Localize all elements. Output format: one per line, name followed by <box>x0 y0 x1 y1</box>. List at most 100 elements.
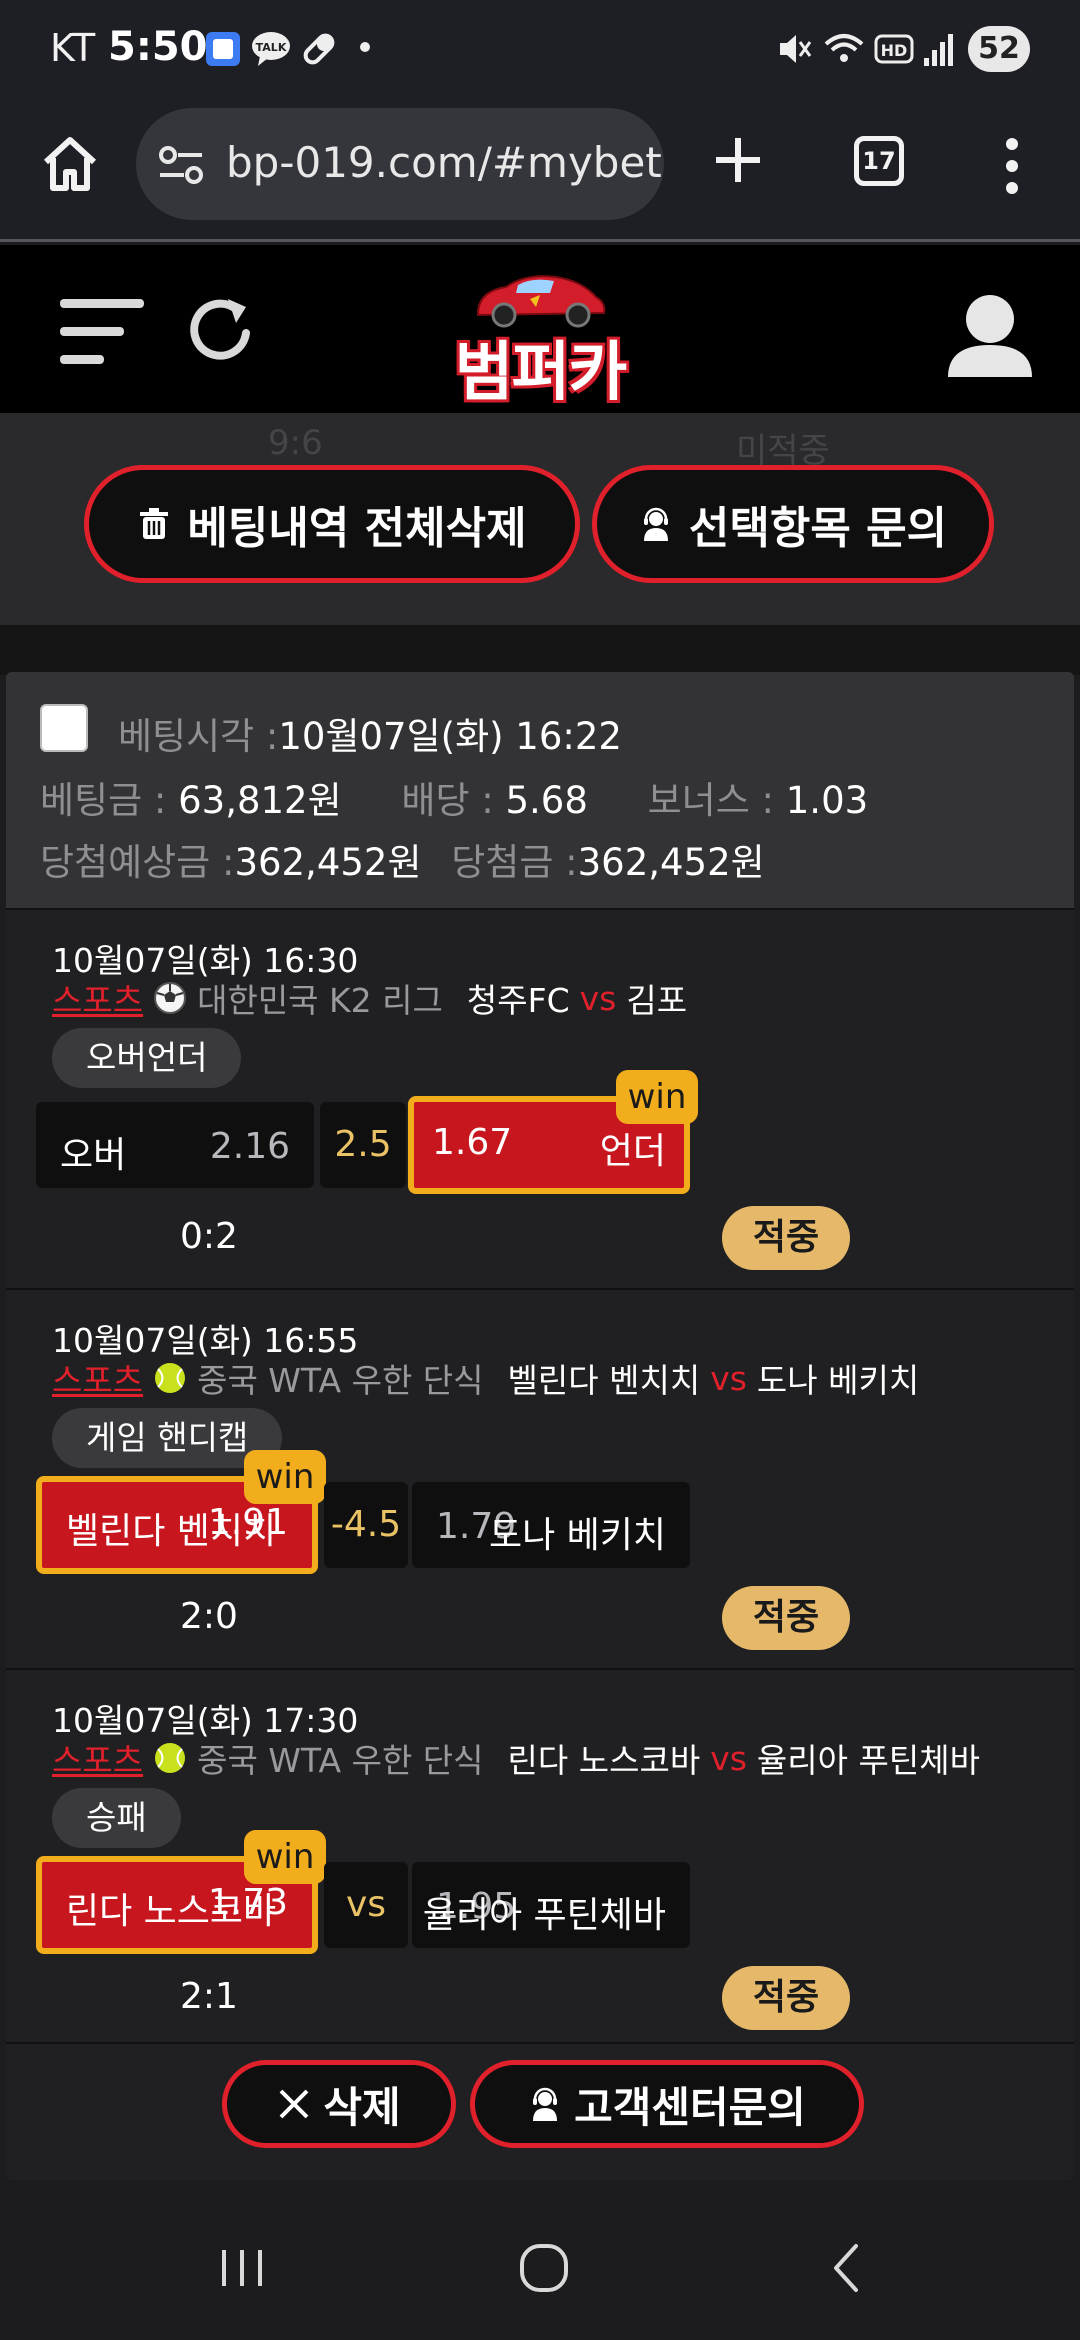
odd-option-away[interactable]: 1.95 율리아 푸틴체바 <box>412 1862 690 1948</box>
versus-divider: vs <box>324 1862 408 1948</box>
soccer-ball-icon <box>154 982 187 1014</box>
browser-toolbar: bp-019.com/#mybet 17 <box>0 100 1080 242</box>
bet-slip-card: 베팅시각 :10월07일(화) 16:22 베팅금 : 63,812원 배당 :… <box>6 672 1074 2180</box>
inquire-selected-button[interactable]: 선택항목 문의 <box>592 465 994 583</box>
logo-text: 범퍼카 <box>454 336 628 410</box>
handicap-value: -4.5 <box>324 1482 408 1568</box>
payout-label: 당첨금 : <box>451 841 578 884</box>
result-badge: 적중 <box>722 1206 850 1270</box>
expected-payout-value: 362,452원 <box>234 841 422 884</box>
new-tab-icon[interactable] <box>712 134 764 186</box>
notification-dot <box>360 42 370 52</box>
section-divider <box>0 625 1080 675</box>
ghost-score: 9:6 <box>268 423 323 463</box>
close-icon <box>279 2089 309 2119</box>
inquire-selected-label: 선택항목 문의 <box>688 503 948 554</box>
league-name: 중국 WTA 우한 단식 <box>197 1741 484 1780</box>
line-value: 2.5 <box>320 1102 406 1188</box>
bet-summary: 베팅시각 :10월07일(화) 16:22 베팅금 : 63,812원 배당 :… <box>6 672 1074 908</box>
match-row: 10월07일(화) 16:55 스포츠 중국 WTA 우한 단식 벨린다 벤치치… <box>6 1288 1074 1668</box>
win-badge: win <box>616 1070 698 1124</box>
user-profile-icon[interactable] <box>946 289 1034 379</box>
delete-bet-button[interactable]: 삭제 <box>222 2060 456 2148</box>
bonus-value: 1.03 <box>785 779 869 822</box>
bet-amount-label: 베팅금 : <box>40 779 167 822</box>
bet-history-actions: 9:6 미적중 베팅내역 전체삭제 선택항목 문의 <box>0 413 1080 625</box>
sport-link[interactable]: 스포츠 <box>52 974 143 1022</box>
delete-label: 삭제 <box>323 2082 401 2132</box>
result-badge: 적중 <box>722 1966 850 2030</box>
site-header: 범퍼카 <box>0 245 1080 413</box>
vs-label: vs <box>710 1738 747 1778</box>
result-badge: 적중 <box>722 1586 850 1650</box>
mail-app-icon <box>206 32 240 66</box>
odd-name: 언더 <box>599 1131 666 1172</box>
win-badge: win <box>244 1830 326 1884</box>
odd-price: 1.73 <box>207 1882 288 1923</box>
final-score: 2:0 <box>180 1596 238 1637</box>
match-row: 10월07일(화) 17:30 스포츠 중국 WTA 우한 단식 린다 노스코바… <box>6 1668 1074 2048</box>
select-bet-checkbox[interactable] <box>40 704 88 752</box>
sport-link[interactable]: 스포츠 <box>52 1354 143 1402</box>
bet-slip-actions: 삭제 고객센터문의 <box>6 2042 1074 2180</box>
away-team: 도나 베키치 <box>756 1361 920 1400</box>
bonus-label: 보너스 : <box>647 779 774 822</box>
customer-center-inquiry-button[interactable]: 고객센터문의 <box>470 2060 864 2148</box>
expected-payout-label: 당첨예상금 : <box>40 841 235 884</box>
odd-option-over[interactable]: 오버 2.16 <box>36 1102 314 1188</box>
odd-name: 오버 <box>60 1135 127 1176</box>
market-type-badge: 오버언더 <box>52 1028 242 1088</box>
home-button-icon[interactable] <box>514 2238 574 2298</box>
site-settings-icon[interactable] <box>158 144 204 186</box>
headset-agent-icon <box>643 507 668 541</box>
back-icon[interactable] <box>818 2238 878 2298</box>
away-team: 율리아 푸틴체바 <box>756 1741 980 1780</box>
odd-name: 율리아 푸틴체바 <box>422 1895 666 1936</box>
signal-icon <box>924 34 953 66</box>
site-logo[interactable]: 범퍼카 <box>450 267 630 410</box>
battery-level: 52 <box>968 26 1030 72</box>
home-team: 청주FC <box>466 981 570 1020</box>
league-name: 중국 WTA 우한 단식 <box>197 1361 484 1400</box>
more-menu-icon[interactable] <box>1000 136 1024 196</box>
odd-name: 도나 베키치 <box>488 1515 666 1556</box>
vs-label: vs <box>579 978 617 1018</box>
refresh-icon[interactable] <box>184 293 260 369</box>
support-label: 고객센터문의 <box>574 2082 806 2132</box>
bet-time-value: 10월07일(화) 16:22 <box>278 715 622 758</box>
headset-agent-icon <box>533 2087 558 2121</box>
final-score: 2:1 <box>180 1976 238 2017</box>
home-team: 린다 노스코바 <box>507 1741 701 1780</box>
race-car-icon <box>477 275 606 328</box>
status-bar: KT 5:50 TALK HD 52 <box>0 0 1080 100</box>
market-type-badge: 승패 <box>52 1788 181 1848</box>
vs-label: vs <box>710 1358 747 1398</box>
odds-label: 배당 : <box>401 779 494 822</box>
away-team: 김포 <box>626 981 688 1020</box>
match-row: 10월07일(화) 16:30 스포츠 대한민국 K2 리그 청주FC vs 김… <box>6 908 1074 1288</box>
odd-option-away[interactable]: 1.79 도나 베키치 <box>412 1482 690 1568</box>
win-badge: win <box>244 1450 326 1504</box>
wifi-icon <box>824 34 864 62</box>
delete-all-label: 베팅내역 전체삭제 <box>187 503 527 554</box>
payout-value: 362,452원 <box>577 841 765 884</box>
url-text[interactable]: bp-019.com/#mybet <box>226 138 662 187</box>
bet-amount-value: 63,812원 <box>178 779 342 822</box>
sport-link[interactable]: 스포츠 <box>52 1734 143 1782</box>
system-navigation-bar <box>0 2190 1080 2340</box>
delete-all-history-button[interactable]: 베팅내역 전체삭제 <box>84 465 580 583</box>
final-score: 0:2 <box>180 1216 238 1257</box>
svg-text:TALK: TALK <box>256 41 287 54</box>
recent-apps-icon[interactable] <box>212 2238 272 2298</box>
hamburger-menu-icon[interactable] <box>60 295 148 371</box>
odds-value: 5.68 <box>505 779 588 822</box>
carrier-label: KT <box>50 26 96 70</box>
mute-icon <box>780 35 812 63</box>
address-bar[interactable]: bp-019.com/#mybet <box>136 108 664 220</box>
trash-icon <box>140 508 169 539</box>
league-name: 대한민국 K2 리그 <box>197 981 443 1020</box>
hd-voice-icon: HD <box>874 34 914 64</box>
home-team: 벨린다 벤치치 <box>507 1361 701 1400</box>
tab-switcher-button[interactable]: 17 <box>854 136 904 186</box>
home-icon[interactable] <box>40 134 100 194</box>
